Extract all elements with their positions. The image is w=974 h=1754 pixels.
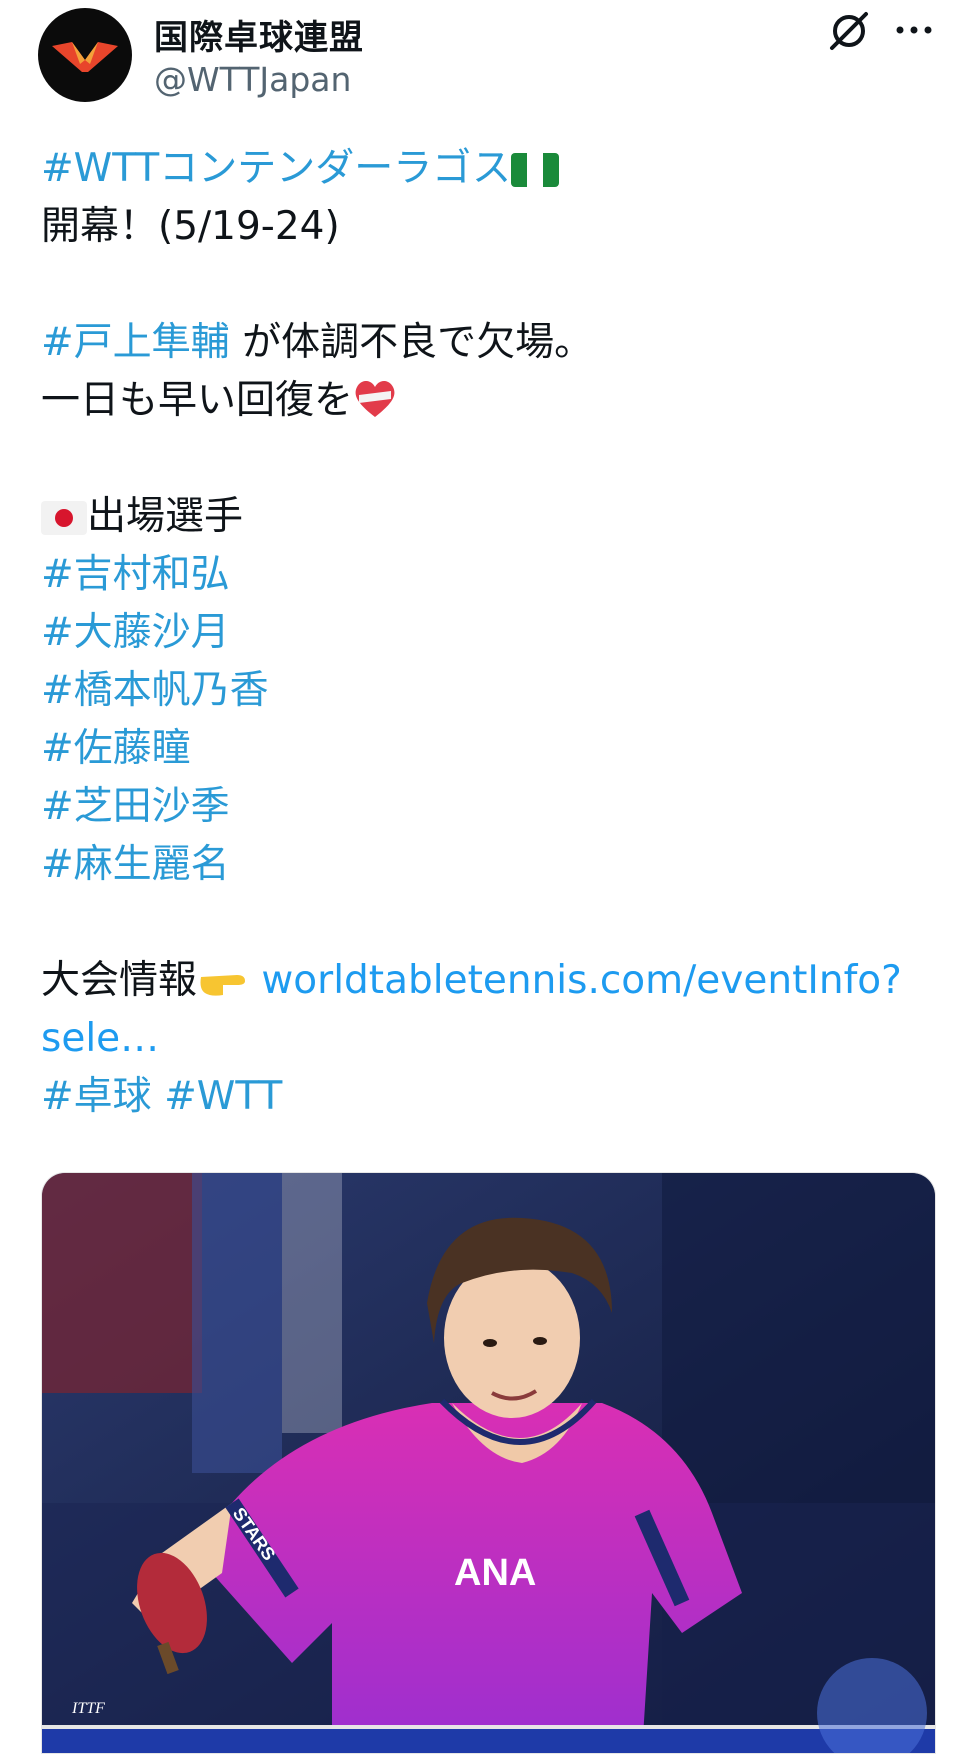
wtt-logo-icon <box>52 42 118 72</box>
photo-table-tennis-player: ANA STARS ITTF <box>42 1173 935 1753</box>
user-handle[interactable]: @WTTJapan <box>154 60 351 99</box>
hashtag-player[interactable]: #吉村和弘 <box>41 552 230 597</box>
shirt-logo-text: ANA <box>454 1552 536 1594</box>
event-link-continued[interactable]: sele… <box>41 1016 159 1061</box>
hashtag-player[interactable]: #大藤沙月 <box>41 610 230 655</box>
mending-heart-icon <box>353 378 397 436</box>
tweet-header: 国際卓球連盟 @WTTJapan <box>0 0 974 120</box>
hashtag-wtt-contender-lagos[interactable]: #WTTコンテンダーラゴス <box>41 146 511 191</box>
ittf-logo-text: ITTF <box>71 1700 105 1717</box>
withdrawal-text: が体調不良で欠場。 <box>229 320 594 365</box>
players-heading: 出場選手 <box>87 494 244 539</box>
grok-icon[interactable] <box>826 8 872 54</box>
hashtag-togami[interactable]: #戸上隼輔 <box>41 320 230 365</box>
avatar[interactable] <box>38 8 132 102</box>
display-name[interactable]: 国際卓球連盟 <box>154 10 364 59</box>
tweet-text: #WTTコンテンダーラゴス 開幕！(5/19-24) #戸上隼輔 が体調不良で欠… <box>41 140 941 1126</box>
hashtag-wtt[interactable]: #WTT <box>152 1074 282 1119</box>
hashtag-player[interactable]: #佐藤瞳 <box>41 726 191 771</box>
event-link[interactable]: worldtabletennis.com/eventInfo? <box>249 958 901 1003</box>
recovery-text: 一日も早い回復を <box>41 378 354 423</box>
hashtag-table-tennis[interactable]: #卓球 <box>41 1074 152 1119</box>
pointing-hand-icon <box>197 958 249 1016</box>
hashtag-player[interactable]: #麻生麗名 <box>41 842 230 887</box>
japan-flag-icon <box>41 494 87 552</box>
nigeria-flag-icon <box>510 146 559 204</box>
hashtag-player[interactable]: #橋本帆乃香 <box>41 668 269 713</box>
tournament-info-label: 大会情報 <box>41 958 198 1003</box>
event-dates: 開幕！(5/19-24) <box>41 204 340 249</box>
hashtag-player[interactable]: #芝田沙季 <box>41 784 230 829</box>
tweet-photo[interactable]: ANA STARS ITTF <box>41 1172 936 1754</box>
more-dots-icon[interactable] <box>890 10 940 50</box>
